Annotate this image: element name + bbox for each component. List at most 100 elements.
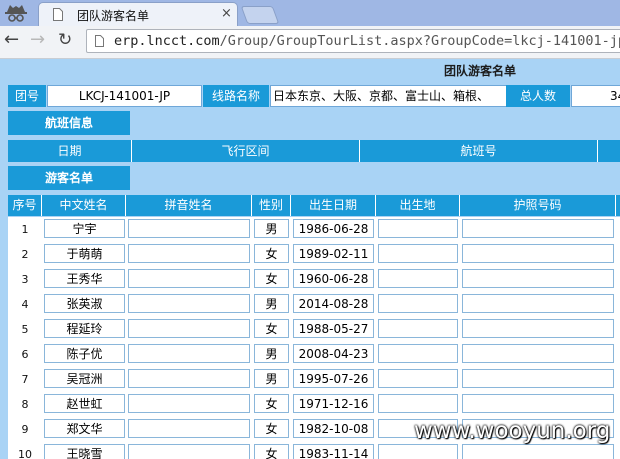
col-index: 序号 [8, 195, 42, 216]
chinese-name-field[interactable]: 吴冠洲 [44, 369, 125, 388]
reload-icon[interactable]: ↻ [58, 30, 72, 50]
birth-date-field[interactable]: 1982-10-08 [293, 419, 374, 438]
gender-field[interactable]: 女 [254, 394, 289, 413]
row-index: 2 [21, 248, 29, 261]
tab-close-icon[interactable]: × [221, 6, 232, 21]
flight-table-header: 日期 飞行区间 航班号 [8, 140, 620, 162]
browser-tab[interactable]: 团队游客名单 × [38, 2, 238, 26]
birth-place-field[interactable] [378, 319, 458, 338]
gender-field[interactable]: 男 [254, 219, 289, 238]
pinyin-name-field[interactable] [128, 419, 250, 438]
pinyin-name-field[interactable] [128, 219, 250, 238]
gender-field[interactable]: 男 [254, 369, 289, 388]
birth-date-field[interactable]: 1960-06-28 [293, 269, 374, 288]
chinese-name-field[interactable]: 王晓雪 [44, 444, 125, 459]
gender-field[interactable]: 女 [254, 319, 289, 338]
chinese-name-field[interactable]: 赵世虹 [44, 394, 125, 413]
url-text[interactable]: erp.lncct.com/Group/GroupTourList.aspx?G… [114, 33, 620, 49]
table-row: 3 王秀华 女 1960-06-28 [8, 267, 620, 292]
chinese-name-field[interactable]: 于萌萌 [44, 244, 125, 263]
birth-place-field[interactable] [378, 369, 458, 388]
pinyin-name-field[interactable] [128, 394, 250, 413]
pinyin-name-field[interactable] [128, 269, 250, 288]
passport-field[interactable] [462, 269, 614, 288]
birth-place-field[interactable] [378, 219, 458, 238]
chinese-name-field[interactable]: 王秀华 [44, 269, 125, 288]
row-index: 10 [18, 448, 32, 459]
browser-toolbar: ← → ↻ erp.lncct.com/Group/GroupTourList.… [0, 26, 620, 59]
forward-arrow-icon[interactable]: → [30, 29, 45, 50]
watermark: www.wooyun.org [414, 418, 611, 444]
gender-field[interactable]: 男 [254, 294, 289, 313]
page-content: 团队游客名单 团号 LKCJ-141001-JP 线路名称 日本东京、大阪、京都… [0, 59, 620, 459]
chinese-name-field[interactable]: 宁宇 [44, 219, 125, 238]
birth-date-field[interactable]: 1986-06-28 [293, 219, 374, 238]
passport-field[interactable] [462, 319, 614, 338]
url-host: erp.lncct.com [114, 33, 220, 49]
birth-date-field[interactable]: 1995-07-26 [293, 369, 374, 388]
pinyin-name-field[interactable] [128, 319, 250, 338]
pinyin-name-field[interactable] [128, 344, 250, 363]
gender-field[interactable]: 女 [254, 444, 289, 459]
passport-field[interactable] [462, 294, 614, 313]
route-name-field[interactable]: 日本东京、大阪、京都、富士山、箱根、 [270, 85, 507, 107]
birth-place-field[interactable] [378, 244, 458, 263]
birth-date-field[interactable]: 1971-12-16 [293, 394, 374, 413]
new-tab-button[interactable] [240, 6, 280, 24]
tourist-table-header: 序号 中文姓名 拼音姓名 性别 出生日期 出生地 护照号码 [8, 195, 620, 216]
birth-place-field[interactable] [378, 444, 458, 459]
pinyin-name-field[interactable] [128, 294, 250, 313]
table-row: 7 吴冠洲 男 1995-07-26 [8, 367, 620, 392]
passport-field[interactable] [462, 219, 614, 238]
url-path: /Group/GroupTourList.aspx?GroupCode=lkcj… [219, 33, 620, 49]
birth-date-field[interactable]: 1989-02-11 [293, 244, 374, 263]
passport-field[interactable] [462, 394, 614, 413]
chinese-name-field[interactable]: 程延玲 [44, 319, 125, 338]
table-row: 5 程延玲 女 1988-05-27 [8, 317, 620, 342]
birth-place-field[interactable] [378, 294, 458, 313]
birth-date-field[interactable]: 2008-04-23 [293, 344, 374, 363]
pinyin-name-field[interactable] [128, 244, 250, 263]
birth-date-field[interactable]: 2014-08-28 [293, 294, 374, 313]
passport-field[interactable] [462, 244, 614, 263]
birth-date-field[interactable]: 1988-05-27 [293, 319, 374, 338]
passport-field[interactable] [462, 344, 614, 363]
table-row: 10 王晓雪 女 1983-11-14 [8, 442, 620, 459]
birth-place-field[interactable] [378, 394, 458, 413]
incognito-icon [5, 5, 27, 22]
group-code-field[interactable]: LKCJ-141001-JP [47, 85, 202, 107]
page-title: 团队游客名单 [443, 64, 516, 78]
back-arrow-icon[interactable]: ← [4, 29, 19, 50]
row-index: 6 [21, 348, 29, 361]
birth-date-field[interactable]: 1983-11-14 [293, 444, 374, 459]
table-row: 6 陈子优 男 2008-04-23 [8, 342, 620, 367]
row-index: 7 [21, 373, 29, 386]
flight-info-section-label: 航班信息 [8, 111, 130, 135]
table-row: 4 张英淑 男 2014-08-28 [8, 292, 620, 317]
flight-col-route: 飞行区间 [132, 140, 360, 162]
chinese-name-field[interactable]: 郑文华 [44, 419, 125, 438]
total-count-field[interactable]: 34 [571, 85, 620, 107]
tab-title: 团队游客名单 [77, 9, 150, 23]
pinyin-name-field[interactable] [128, 369, 250, 388]
flight-col-number: 航班号 [360, 140, 598, 162]
table-row: 2 于萌萌 女 1989-02-11 [8, 242, 620, 267]
passport-field[interactable] [462, 369, 614, 388]
gender-field[interactable]: 女 [254, 269, 289, 288]
address-bar[interactable]: erp.lncct.com/Group/GroupTourList.aspx?G… [86, 29, 620, 53]
birth-place-field[interactable] [378, 344, 458, 363]
birth-place-field[interactable] [378, 269, 458, 288]
chinese-name-field[interactable]: 张英淑 [44, 294, 125, 313]
passport-field[interactable] [462, 444, 614, 459]
row-index: 3 [21, 273, 29, 286]
gender-field[interactable]: 男 [254, 344, 289, 363]
gender-field[interactable]: 女 [254, 244, 289, 263]
col-passport: 护照号码 [460, 195, 616, 216]
browser-tabstrip: 团队游客名单 × [0, 0, 620, 26]
col-birth-place: 出生地 [376, 195, 460, 216]
col-birth-date: 出生日期 [291, 195, 376, 216]
pinyin-name-field[interactable] [128, 444, 250, 459]
chinese-name-field[interactable]: 陈子优 [44, 344, 125, 363]
gender-field[interactable]: 女 [254, 419, 289, 438]
group-code-label: 团号 [8, 85, 46, 107]
